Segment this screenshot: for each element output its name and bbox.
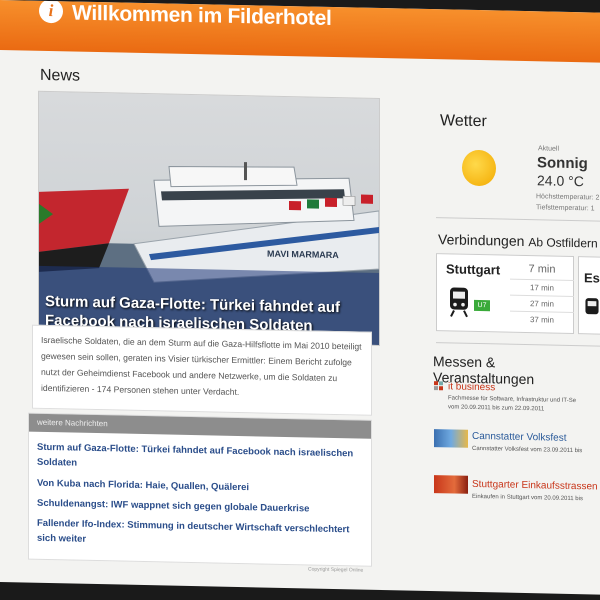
event-title[interactable]: Cannstatter Volksfest [472,431,567,444]
einkaufsstrassen-thumbnail [434,475,468,494]
sun-icon [462,149,496,187]
event-dates: vom 20.09.2011 bis zum 22.09.2011 [448,404,545,413]
line-badge: U7 [474,299,490,312]
copyright: Copyright Spiegel Online [308,566,364,574]
weather-current-label: Aktuell [538,145,560,153]
connections-title: Verbindungen Ab Ostfildern [438,231,598,250]
screen: i Willkommen im Filderhotel News MAVI MA… [0,0,600,595]
event-description: Fachmesse für Software, Infrastruktur un… [448,395,577,405]
divider [436,342,600,347]
tram-icon [585,298,599,315]
news-link[interactable]: Schuldenangst: IWF wappnet sich gegen gl… [37,496,362,518]
news-link[interactable]: Fallender Ifo-Index: Stimmung in deutsch… [37,516,362,553]
weather-max-temp: Höchsttemperatur: 2 [536,193,600,202]
departure-time: 17 min [510,282,574,298]
event-description: Cannstatter Volksfest vom 23.09.2011 bis [472,445,583,455]
divider [436,217,600,222]
connections-subtitle: Ab Ostfildern [528,235,598,251]
ship-name: MAVI MARMARA [267,249,339,261]
event-title[interactable]: it business [448,381,495,393]
connection-city: Es [584,270,600,286]
departure-time: 7 min [510,262,574,282]
it-business-icon [434,381,443,391]
weather-title: Wetter [440,112,487,131]
tram-icon [450,287,468,318]
connection-city: Stuttgart [446,261,501,278]
more-news-box: weitere Nachrichten Sturm auf Gaza-Flott… [28,412,372,567]
departure-time: 37 min [529,315,554,325]
event-title[interactable]: Stuttgarter Einkaufsstrassen [472,479,598,493]
connections-title-text: Verbindungen [438,231,525,249]
news-teaser-box: Israelische Soldaten, die an dem Sturm a… [32,324,372,416]
header-bar: i Willkommen im Filderhotel [0,0,600,63]
news-photo[interactable]: MAVI MARMARA Sturm auf Gaza-Flotte: Türk… [38,90,380,346]
volksfest-thumbnail [434,429,468,448]
departure-time: 27 min [510,298,574,314]
event-description: Einkaufen in Stuttgart vom 20.09.2011 bi… [472,493,583,503]
more-news-header: weitere Nachrichten [29,413,371,439]
app-title: Willkommen im Filderhotel [72,1,332,30]
news-teaser: Israelische Soldaten, die an dem Sturm a… [41,334,362,398]
weather-temperature: 24.0 °C [537,172,584,190]
news-section-title: News [40,66,81,85]
news-link[interactable]: Von Kuba nach Florida: Haie, Quallen, Qu… [37,476,362,498]
info-icon[interactable]: i [39,0,63,24]
weather-min-temp: Tiefsttemperatur: 1 [536,204,595,213]
news-link[interactable]: Sturm auf Gaza-Flotte: Türkei fahndet au… [37,440,362,477]
weather-condition: Sonnig [537,154,588,173]
more-news-title: weitere Nachrichten [37,417,108,429]
